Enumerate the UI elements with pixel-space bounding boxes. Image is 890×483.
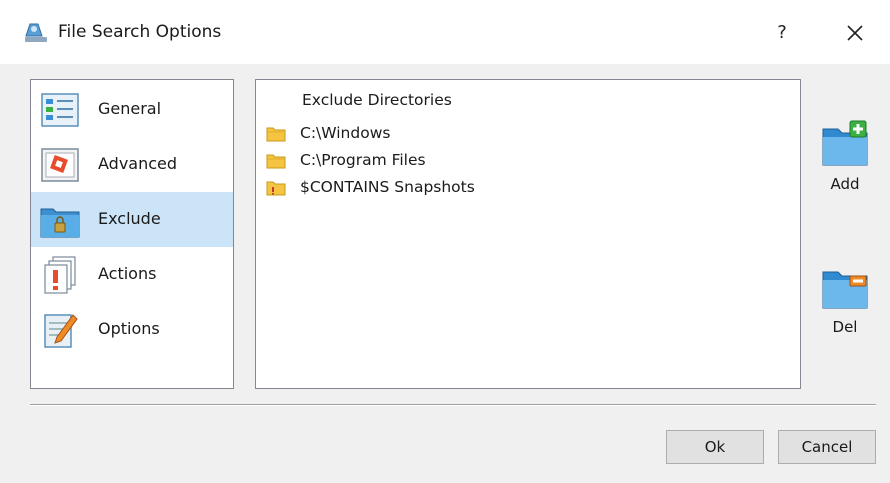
list-item[interactable]: $CONTAINS Snapshots (266, 176, 786, 200)
list-item[interactable]: C:\Windows (266, 122, 786, 146)
category-list: General Advanced Exclude Actions Options (30, 79, 234, 389)
delete-button[interactable]: Del (815, 262, 875, 336)
folder-contains-icon (266, 181, 286, 196)
advanced-icon (41, 148, 79, 182)
nav-item-label: Advanced (98, 154, 178, 173)
title-bar: File Search Options ? (0, 0, 890, 64)
nav-item-label: Actions (98, 264, 157, 283)
divider (30, 404, 876, 406)
actions-icon (44, 256, 76, 294)
window-title: File Search Options (58, 22, 222, 42)
folder-icon (266, 127, 286, 142)
cancel-button[interactable]: Cancel (778, 430, 876, 464)
folder-add-icon (822, 120, 868, 166)
folder-remove-icon (822, 271, 868, 309)
folder-icon (266, 154, 286, 169)
dialog-body: General Advanced Exclude Actions Options… (0, 64, 890, 483)
nav-item-label: Exclude (98, 209, 161, 228)
options-icon (44, 314, 78, 348)
directory-path: C:\Windows (300, 124, 391, 142)
nav-item-label: General (98, 99, 162, 118)
general-icon (41, 93, 79, 127)
nav-item-exclude[interactable]: Exclude (31, 192, 233, 247)
nav-item-advanced[interactable]: Advanced (31, 137, 233, 192)
ok-button[interactable]: Ok (666, 430, 764, 464)
add-label: Add (830, 175, 860, 193)
nav-item-label: Options (98, 319, 160, 338)
exclude-directories-list[interactable]: Exclude Directories C:\Windows C:\Progra… (255, 79, 801, 389)
close-icon[interactable] (842, 20, 868, 46)
add-button[interactable]: Add (815, 119, 875, 193)
del-label: Del (832, 318, 858, 336)
exclude-folder-lock-icon (40, 208, 80, 238)
nav-item-general[interactable]: General (31, 82, 233, 137)
directory-path: C:\Program Files (300, 151, 426, 169)
list-item[interactable]: C:\Program Files (266, 149, 786, 173)
search-app-icon (25, 23, 47, 42)
nav-item-options[interactable]: Options (31, 302, 233, 357)
nav-item-actions[interactable]: Actions (31, 247, 233, 302)
directory-path: $CONTAINS Snapshots (300, 178, 475, 196)
column-header: Exclude Directories (302, 91, 452, 109)
help-button[interactable]: ? (768, 18, 796, 48)
